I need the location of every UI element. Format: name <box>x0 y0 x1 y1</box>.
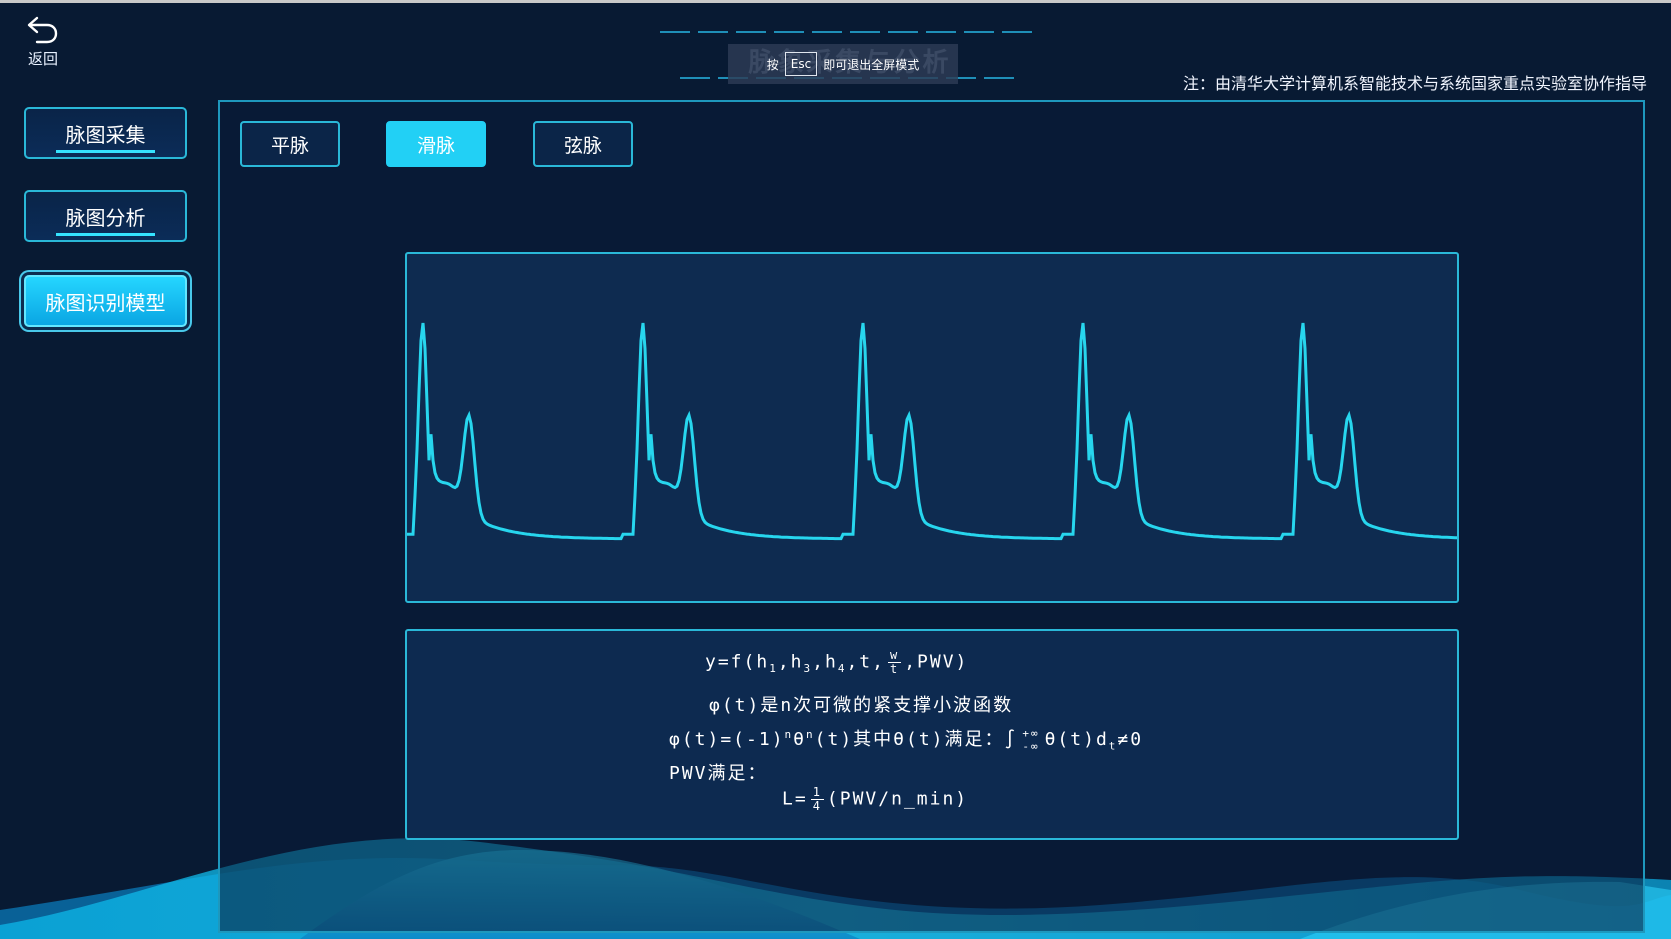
integral-lower: -∞ <box>1022 740 1040 753</box>
sidebar-item-label: 脉图识别模型 <box>45 290 166 315</box>
formula-text: θ <box>793 729 807 750</box>
formula-line-4: PWV满足： <box>669 763 768 784</box>
header-note: 注：由清华大学计算机系智能技术与系统国家重点实验室协作指导 <box>1182 74 1647 93</box>
sidebar-item-pulse-collection[interactable]: 脉图采集 <box>24 107 187 159</box>
formula-text: L= <box>782 788 808 810</box>
tab-wiry-pulse[interactable]: 弦脉 <box>533 121 633 167</box>
tab-label: 弦脉 <box>563 134 602 157</box>
formula-panel: y=f(h1,h3,h4,t, w t ,PWV) φ(t)是n次可微的紧支撑小波函数… <box>405 629 1459 840</box>
sidebar-item-label: 脉图采集 <box>65 122 146 147</box>
fraction-numerator: 1 <box>810 785 824 800</box>
formula-sup: n <box>784 728 794 741</box>
sidebar-item-pulse-analysis[interactable]: 脉图分析 <box>24 190 187 242</box>
formula-text: ,t, <box>846 651 885 673</box>
formula-line-2: φ(t)是n次可微的紧支撑小波函数 <box>709 695 1014 716</box>
sidebar-item-underline <box>56 233 155 236</box>
formula-text: θ(t)d <box>1044 729 1109 750</box>
formula-text: ≠0 <box>1117 729 1144 750</box>
integral-limits: +∞ -∞ <box>1020 727 1041 753</box>
back-button[interactable]: 返回 <box>22 14 64 76</box>
formula-line-5: L= 1 4 (PWV/n_min) <box>782 786 968 813</box>
formula-text: ,h <box>777 651 804 673</box>
sidebar-item-pulse-recognition-model[interactable]: 脉图识别模型 <box>24 275 187 327</box>
formula-line-3: φ(t)=(-1)nθn(t)其中θ(t)满足：∫ +∞ -∞ θ(t)dt≠0 <box>669 725 1143 753</box>
fraction-denominator: t <box>889 662 900 676</box>
fullscreen-hint: 按 Esc 即可退出全屏模式 <box>728 44 958 84</box>
formula-text: φ(t)=(-1) <box>669 729 785 750</box>
formula-text: ,PWV) <box>904 651 969 673</box>
fraction-numerator: w <box>887 648 902 663</box>
formula-sub: 1 <box>769 662 778 676</box>
back-arrow-icon <box>27 16 58 44</box>
formula-sub: 3 <box>803 662 813 676</box>
tab-normal-pulse[interactable]: 平脉 <box>240 121 340 167</box>
back-label: 返回 <box>27 50 58 68</box>
formula-text: y=f(h <box>705 651 770 673</box>
formula-sup: n <box>806 728 815 741</box>
formula-text: (t)其中θ(t)满足：∫ <box>814 729 1018 750</box>
formula-fraction: 14 <box>810 785 824 813</box>
waveform-panel <box>405 252 1459 603</box>
tab-slippery-pulse[interactable]: 滑脉 <box>386 121 486 167</box>
sidebar-item-underline <box>56 150 155 153</box>
fraction-denominator: 4 <box>812 799 822 813</box>
esc-hint-suffix: 即可退出全屏模式 <box>823 57 920 72</box>
formula-line-1: y=f(h1,h3,h4,t, w t ,PWV) <box>705 649 968 676</box>
sidebar-item-label: 脉图分析 <box>65 205 146 230</box>
integral-upper: +∞ <box>1022 727 1040 740</box>
formula-fraction: wt <box>887 648 902 676</box>
tab-label: 平脉 <box>270 134 309 157</box>
pulse-waveform <box>407 322 1457 541</box>
tab-label: 滑脉 <box>416 134 455 157</box>
formula-text: (PWV/n_min) <box>826 788 969 810</box>
pulse-waveform-line <box>407 322 1457 541</box>
esc-hint-prefix: 按 <box>766 57 779 72</box>
formula-text: ,h <box>812 651 838 673</box>
esc-key: Esc <box>784 52 818 76</box>
